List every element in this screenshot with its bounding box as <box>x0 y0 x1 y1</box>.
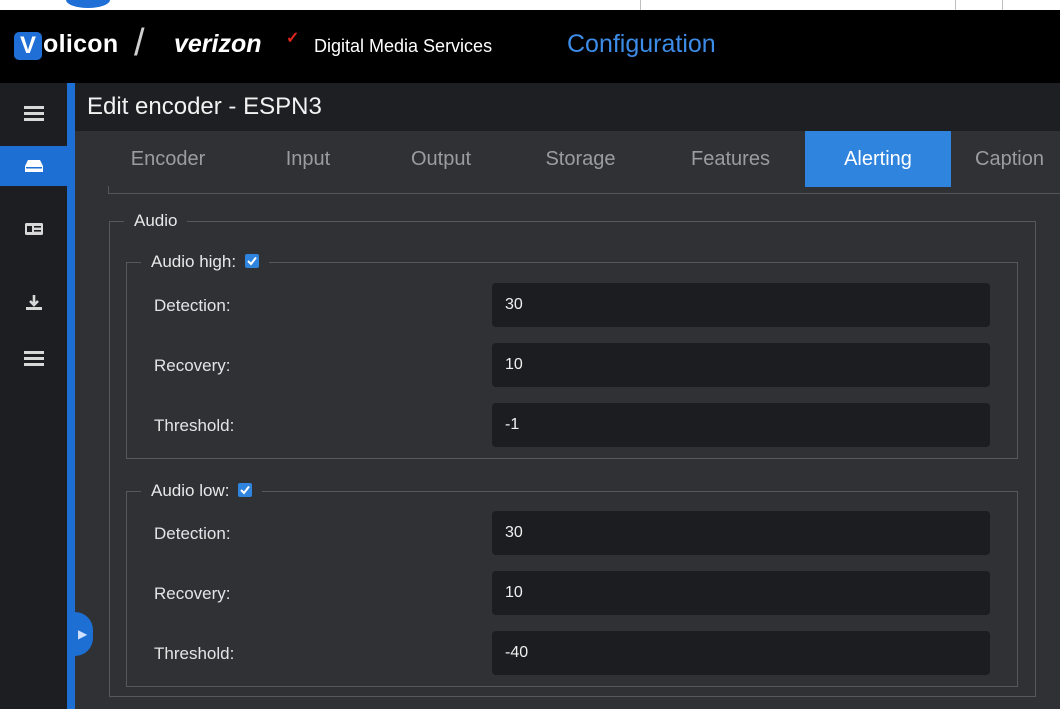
nav-download-button[interactable] <box>0 283 67 323</box>
header-subtitle: Digital Media Services <box>314 36 493 56</box>
tab-bar-divider <box>108 193 1060 194</box>
id-card-icon <box>24 223 43 235</box>
audio-high-checkbox[interactable] <box>244 254 259 268</box>
audio-low-detection-label: Detection: <box>154 524 231 543</box>
audio-low-label: Audio low: <box>151 481 230 500</box>
audio-low-checkbox[interactable] <box>238 483 253 497</box>
tab-features[interactable]: Features <box>673 131 788 187</box>
window-divider <box>1002 0 1003 10</box>
tab-storage[interactable]: Storage <box>523 131 638 187</box>
download-icon <box>25 295 42 310</box>
audio-low-threshold-field[interactable] <box>492 631 990 675</box>
tab-output[interactable]: Output <box>391 131 491 187</box>
checkmark-icon <box>240 485 250 495</box>
audio-low-recovery-label: Recovery: <box>154 584 231 603</box>
audio-high-detection-field[interactable] <box>492 283 990 327</box>
audio-high-threshold-label: Threshold: <box>154 416 235 435</box>
side-nav-accent-bar <box>67 83 75 709</box>
side-nav-rail <box>0 83 67 709</box>
nav-list-button[interactable] <box>0 338 67 378</box>
verizon-check-mark: ✓ <box>286 30 300 47</box>
window-top-strip <box>0 0 1060 10</box>
app-header: V olicon / verizon ✓ Digital Media Servi… <box>0 10 1060 83</box>
audio-low-legend: Audio low: <box>141 481 262 501</box>
nav-menu-button[interactable] <box>0 93 67 133</box>
tab-input[interactable]: Input <box>263 131 353 187</box>
volicon-logo-mark: V <box>14 32 42 60</box>
tab-caption[interactable]: Caption <box>975 131 1060 187</box>
audio-high-label: Audio high: <box>151 252 237 271</box>
audio-low-detection-field[interactable] <box>492 511 990 555</box>
tab-encoder[interactable]: Encoder <box>108 131 228 187</box>
audio-high-recovery-field[interactable] <box>492 343 990 387</box>
audio-low-threshold-label: Threshold: <box>154 644 235 663</box>
tab-alerting[interactable]: Alerting <box>805 131 951 187</box>
volicon-logo-text: olicon <box>43 30 119 58</box>
tab-bar: Encoder Input Output Storage Features Al… <box>108 131 1060 189</box>
window-button-edge <box>66 0 110 8</box>
window-divider <box>955 0 956 10</box>
verizon-logo-text: verizon <box>174 30 262 58</box>
audio-high-legend: Audio high: <box>141 252 269 272</box>
panel-expand-toggle[interactable]: ▶ <box>75 612 93 656</box>
list-icon <box>23 351 44 366</box>
audio-low-recovery-field[interactable] <box>492 571 990 615</box>
audio-high-threshold-field[interactable] <box>492 403 990 447</box>
page-title: Edit encoder - ESPN3 <box>87 93 322 120</box>
logo-separator: / <box>134 22 145 64</box>
window-divider <box>640 0 641 10</box>
nav-channels-button[interactable] <box>0 209 67 249</box>
header-section-title: Configuration <box>567 30 716 58</box>
audio-high-recovery-label: Recovery: <box>154 356 231 375</box>
storage-drive-icon <box>24 160 43 172</box>
page-title-bar: Edit encoder - ESPN3 <box>75 83 1060 131</box>
audio-group-legend: Audio <box>134 211 178 230</box>
chevron-right-icon: ▶ <box>78 627 88 641</box>
nav-encoders-button[interactable] <box>0 146 67 186</box>
tab-bar-divider-edge <box>108 186 109 194</box>
checkmark-icon <box>247 256 257 266</box>
audio-high-detection-label: Detection: <box>154 296 231 315</box>
hamburger-icon <box>23 106 44 121</box>
